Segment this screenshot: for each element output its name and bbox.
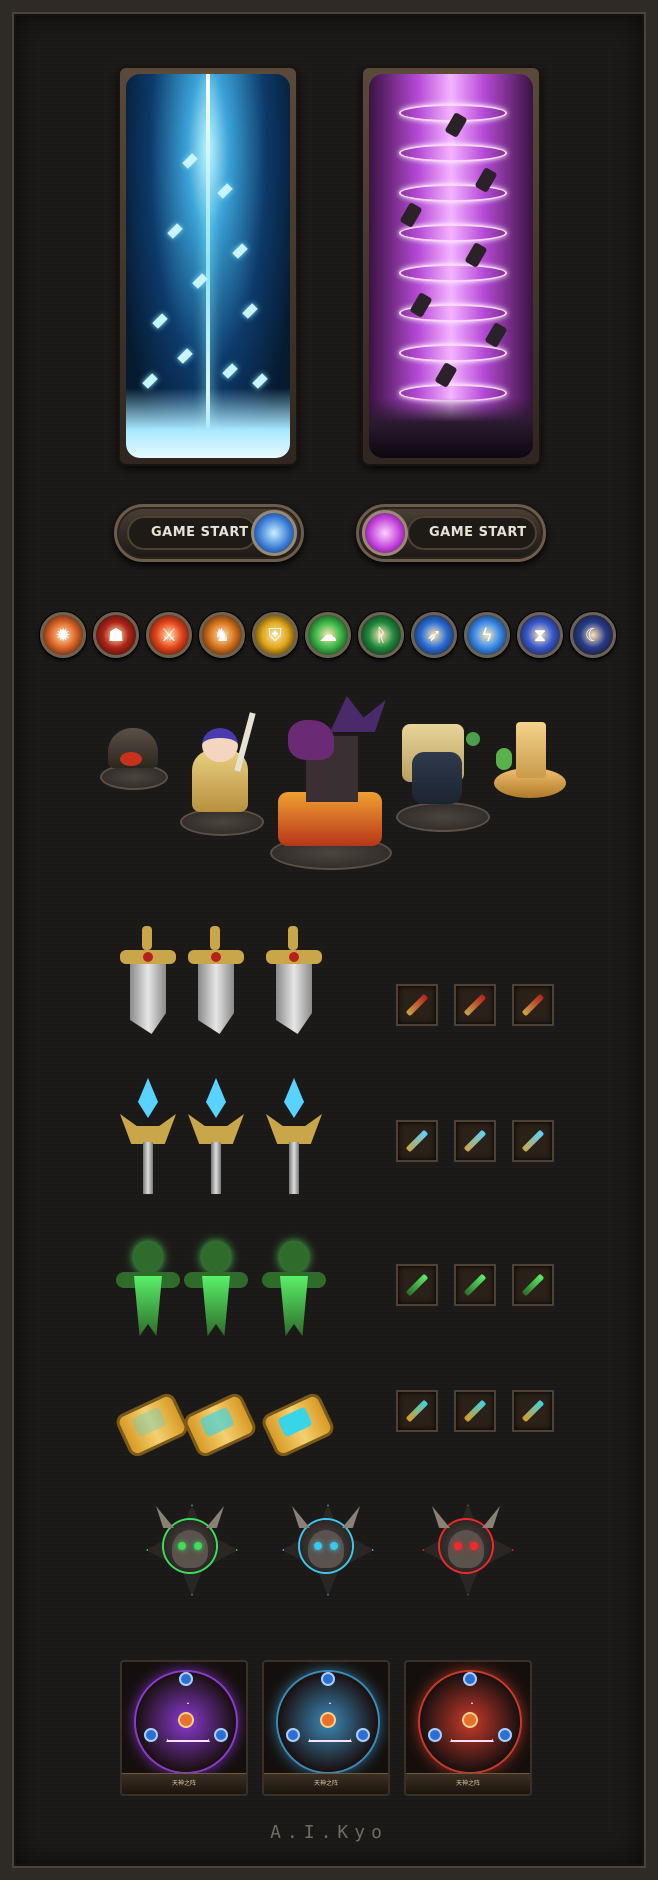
ice-staff-tier-2 [184,1078,248,1198]
ice-arrow-icon[interactable]: ➶ [411,612,457,658]
hourglass-icon[interactable]: ⧗ [517,612,563,658]
game-start-label: GAME START [151,525,249,540]
game-start-button-void[interactable]: GAME START [356,504,546,562]
girl-mage-figure [180,710,264,836]
totem-tier-3 [262,1232,326,1352]
sand-tower-figure [494,718,568,802]
poison-cloud-icon[interactable]: ☁ [305,612,351,658]
sword-tier-1 [116,926,180,1046]
artist-signature: A.I.Kyo [270,1822,388,1843]
ice-staff-tier-3 [262,1078,326,1198]
bracer-slot-icon[interactable] [454,1390,496,1432]
void-portal-art [369,74,533,458]
red-magic-circle-card[interactable]: 天神之阵 [404,1660,532,1796]
bracer-tier-3 [259,1372,337,1492]
artboard-frame [0,0,658,1880]
sword-tier-2 [184,926,248,1046]
totem-slot-icon[interactable] [396,1264,438,1306]
ice-staff-tier-1 [116,1078,180,1198]
sword-slot-icon[interactable] [396,984,438,1026]
bracer-slot-icon[interactable] [512,1390,554,1432]
lightning-icon[interactable]: ϟ [464,612,510,658]
blue-magic-circle-card[interactable]: 天神之阵 [262,1660,390,1796]
green-rune-icon[interactable]: ᚱ [358,612,404,658]
fire-burst-icon[interactable]: ✹ [40,612,86,658]
totem-tier-1 [116,1232,180,1352]
blue-skull-badge [278,1500,374,1596]
card-caption: 天神之阵 [455,1780,480,1787]
ice-portal-art [126,74,290,458]
game-start-label: GAME START [429,525,527,540]
bracer-tier-2 [181,1372,259,1492]
treasure-chest-figure [98,718,168,790]
void-vortex-icon [362,510,408,556]
game-start-button-ice[interactable]: GAME START [114,504,304,562]
ice-staff-slot-icon[interactable] [454,1120,496,1162]
shadow-wolf-icon[interactable]: ☾ [570,612,616,658]
card-caption: 天神之阵 [313,1780,338,1787]
red-skull-badge [418,1500,514,1596]
demon-mask-icon[interactable]: ☗ [93,612,139,658]
totem-slot-icon[interactable] [454,1264,496,1306]
totem-tier-2 [184,1232,248,1352]
sword-tier-3 [262,926,326,1046]
dragon-castle-figure [270,696,392,870]
anubis-throne-figure [396,718,490,832]
card-caption: 天神之阵 [171,1780,196,1787]
purple-magic-circle-card[interactable]: 天神之阵 [120,1660,248,1796]
sword-slot-icon[interactable] [512,984,554,1026]
void-portal-card[interactable] [363,68,539,464]
ice-staff-slot-icon[interactable] [512,1120,554,1162]
bracer-slot-icon[interactable] [396,1390,438,1432]
ice-staff-slot-icon[interactable] [396,1120,438,1162]
ice-crystal-icon [251,510,297,556]
totem-slot-icon[interactable] [512,1264,554,1306]
golden-shield-icon[interactable]: ⛨ [252,612,298,658]
sword-slot-icon[interactable] [454,984,496,1026]
flame-slash-icon[interactable]: ⚔ [146,612,192,658]
warrior-aura-icon[interactable]: ♞ [199,612,245,658]
bracer-tier-1 [113,1372,191,1492]
green-skull-badge [142,1500,238,1596]
ice-portal-card[interactable] [120,68,296,464]
